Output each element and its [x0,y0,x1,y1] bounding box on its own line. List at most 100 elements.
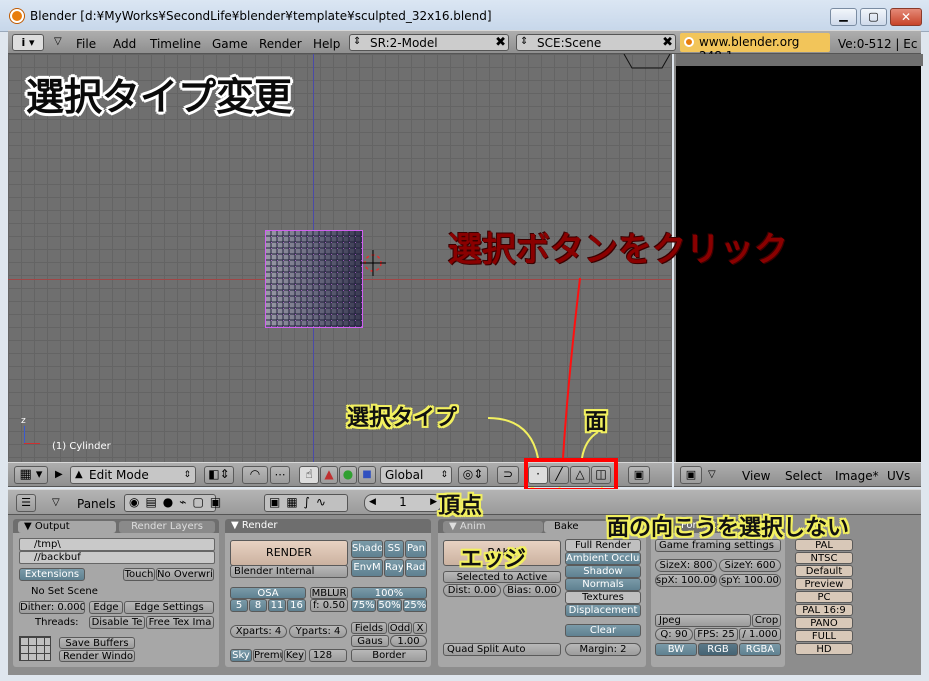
tab-render-layers[interactable]: Render Layers [119,521,215,533]
preset-default[interactable]: Default [795,565,853,577]
no-overwrite-toggle[interactable]: No Overwri [156,568,214,581]
maximize-button[interactable]: ▢ [860,8,887,26]
tab-anim[interactable]: ▼ Anim [443,521,543,533]
quality-field[interactable]: Q: 90 [655,628,693,641]
bw-toggle[interactable]: BW [655,643,697,656]
frame-field[interactable]: ◀ 1 ▶ [364,494,442,512]
frame-decrement-icon[interactable]: ◀ [369,495,376,510]
osa-5[interactable]: 5 [230,599,248,612]
size-100-toggle[interactable]: 100% [351,587,427,599]
sizey-field[interactable]: SizeY: 600 [719,559,781,572]
proportional-edit-button[interactable]: ◎⇕ [458,466,488,484]
edge-toggle[interactable]: Edge [89,601,123,614]
edge-settings-button[interactable]: Edge Settings [124,601,214,614]
preset-full[interactable]: FULL [795,630,853,642]
scale-manipulator-button[interactable]: ■ [358,466,376,484]
sizex-field[interactable]: SizeX: 800 [655,559,717,572]
free-tex-toggle[interactable]: Free Tex Ima [146,616,214,629]
preset-ntsc[interactable]: NTSC [795,552,853,564]
render-preview-button[interactable]: ▣ [628,466,650,484]
info-icon[interactable]: i ▾ [12,34,44,51]
screen-selector[interactable]: ⇕ SR:2-Model ✖ [349,34,509,51]
size-25-toggle[interactable]: 25% [403,599,427,612]
bake-ambient[interactable]: Ambient Occlus [565,552,641,565]
output-path-field[interactable]: /tmp\ [19,538,215,551]
image-menu-select[interactable]: Select [785,469,822,483]
image-editor-type-icon[interactable]: ▣ [680,466,702,484]
pan-toggle[interactable]: Pan [405,540,427,558]
menu-help[interactable]: Help [313,37,340,51]
fields-toggle[interactable]: Fields [351,622,387,634]
mblur-toggle[interactable]: MBLUR [310,587,348,599]
preset-pano[interactable]: PANO [795,617,853,629]
touch-toggle[interactable]: Touch [123,568,155,581]
size-50-toggle[interactable]: 50% [377,599,402,612]
crop-toggle[interactable]: Crop [752,614,781,627]
subcontext-buttons[interactable]: ▣▦∫∿ [264,494,348,512]
tab-output[interactable]: ▼ Output [18,521,116,533]
menu-add[interactable]: Add [113,37,136,51]
pivot-options-button[interactable]: ⋯ [270,466,290,484]
image-menu-uvs[interactable]: UVs [887,469,910,483]
rotate-manipulator-button[interactable]: ● [339,466,357,484]
menu-render[interactable]: Render [259,37,302,51]
radio-toggle[interactable]: Radi [405,559,427,577]
expand-triangle-icon[interactable]: ▶ [55,469,63,480]
yparts-field[interactable]: Yparts: 4 [289,625,347,638]
menu-file[interactable]: File [76,37,96,51]
image-collapse-icon[interactable]: ▽ [708,469,716,480]
pivot-button[interactable]: ◠ [242,466,268,484]
minimize-button[interactable]: ▁ [830,8,857,26]
filter-size-field[interactable]: 1.00 [390,635,427,647]
preset-hd[interactable]: HD [795,643,853,655]
odd-toggle[interactable]: Odd [388,622,412,634]
context-buttons[interactable]: ◉▤●⌁▢▣ [124,494,221,512]
menu-game[interactable]: Game [212,37,248,51]
xparts-field[interactable]: Xparts: 4 [230,625,287,638]
frame-increment-icon[interactable]: ▶ [430,495,437,510]
editor-type-grid-icon[interactable]: ▦ ▾ [14,466,48,484]
mode-selector[interactable]: ▲ Edit Mode ⇕ [70,466,196,484]
image-menu-view[interactable]: View [742,469,770,483]
render-window-selector[interactable]: Render Windo [59,650,135,662]
fps-field[interactable]: FPS: 25 [694,628,738,641]
bake-bias-field[interactable]: Bias: 0.00 [503,584,561,597]
dither-field[interactable]: Dither: 0.000 [19,601,85,614]
close-button[interactable]: ✕ [890,8,922,26]
osa-11[interactable]: 11 [268,599,286,612]
aspx-field[interactable]: spX: 100.00 [655,574,717,587]
sky-toggle[interactable]: Sky [230,649,252,662]
bake-dist-field[interactable]: Dist: 0.00 [443,584,501,597]
disable-tex-toggle[interactable]: Disable Te [89,616,145,629]
buttons-collapse-icon[interactable]: ▽ [52,497,60,508]
shadow-toggle[interactable]: Shado [351,540,383,558]
mblur-factor-field[interactable]: f: 0.50 [310,599,348,612]
scene-close-icon[interactable]: ✖ [662,35,673,50]
website-link[interactable]: www.blender.org 248.1 [680,33,830,63]
ray-toggle[interactable]: Ray [384,559,404,577]
bake-margin-field[interactable]: Margin: 2 [565,643,641,656]
rgb-toggle[interactable]: RGB [698,643,738,656]
bits-selector[interactable]: 128 [309,649,347,662]
manipulator-hand-button[interactable]: ☝ [299,466,319,484]
file-format-selector[interactable]: Jpeg [655,614,751,627]
buttons-editor-type-icon[interactable]: ☰ [16,494,36,512]
aspy-field[interactable]: spY: 100.00 [719,574,781,587]
preset-pc[interactable]: PC [795,591,853,603]
envmap-toggle[interactable]: EnvM [351,559,383,577]
osa-16[interactable]: 16 [287,599,306,612]
extensions-toggle[interactable]: Extensions [19,568,85,581]
filter-selector[interactable]: Gaus [351,635,389,647]
backbuf-path-field[interactable]: //backbuf [19,551,215,564]
premul-toggle[interactable]: Premu [253,649,283,662]
menu-timeline[interactable]: Timeline [150,37,201,51]
bake-clear-toggle[interactable]: Clear [565,624,641,637]
render-button[interactable]: RENDER [230,540,348,566]
image-menu-image[interactable]: Image* [835,469,879,483]
bake-normals[interactable]: Normals [565,578,641,591]
bake-shadow[interactable]: Shadow [565,565,641,578]
rgba-toggle[interactable]: RGBA [739,643,781,656]
x-toggle[interactable]: X [413,622,427,634]
osa-toggle[interactable]: OSA [230,587,306,599]
orientation-selector[interactable]: Global ⇕ [380,466,452,484]
